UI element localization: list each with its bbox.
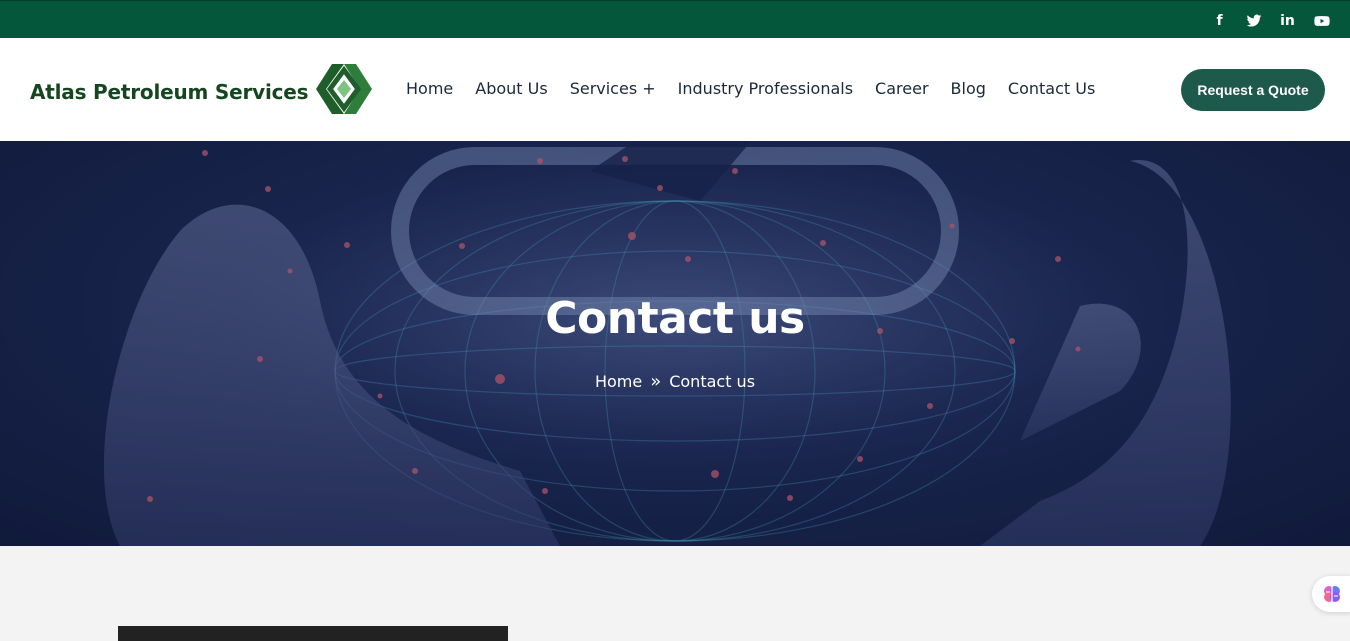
facebook-icon[interactable]: f	[1211, 13, 1228, 29]
nav-industry-professionals[interactable]: Industry Professionals	[678, 79, 853, 98]
youtube-icon[interactable]	[1313, 13, 1330, 29]
breadcrumb: Home » Contact us	[0, 371, 1350, 392]
request-quote-button[interactable]: Request a Quote	[1181, 69, 1325, 111]
twitter-icon[interactable]	[1245, 13, 1262, 29]
nav-home[interactable]: Home	[406, 79, 453, 98]
logo-mark-icon	[316, 64, 373, 114]
page-title: Contact us	[545, 293, 805, 344]
main-nav: Home About Us Services + Industry Profes…	[395, 79, 1106, 98]
nav-blog[interactable]: Blog	[951, 79, 986, 98]
nav-about-us[interactable]: About Us	[475, 79, 547, 98]
content-block	[118, 626, 508, 641]
breadcrumb-home[interactable]: Home	[595, 372, 642, 391]
breadcrumb-separator-icon: »	[650, 371, 661, 392]
linkedin-icon[interactable]: in	[1279, 13, 1296, 29]
nav-career[interactable]: Career	[875, 79, 928, 98]
brain-icon	[1324, 586, 1340, 602]
breadcrumb-current: Contact us	[669, 372, 756, 391]
site-header: Atlas Petroleum Services Home About Us S…	[0, 38, 1350, 170]
logo-text: Atlas Petroleum Services	[30, 80, 309, 104]
ai-assistant-button[interactable]	[1312, 576, 1350, 612]
social-links: f in	[1211, 13, 1330, 29]
site-logo[interactable]: Atlas Petroleum Services	[30, 60, 374, 118]
page-hero-banner: Contact us Home » Contact us	[0, 141, 1350, 546]
top-bar: f in	[0, 0, 1350, 38]
nav-contact-us[interactable]: Contact Us	[1008, 79, 1095, 98]
nav-services[interactable]: Services +	[570, 79, 656, 98]
